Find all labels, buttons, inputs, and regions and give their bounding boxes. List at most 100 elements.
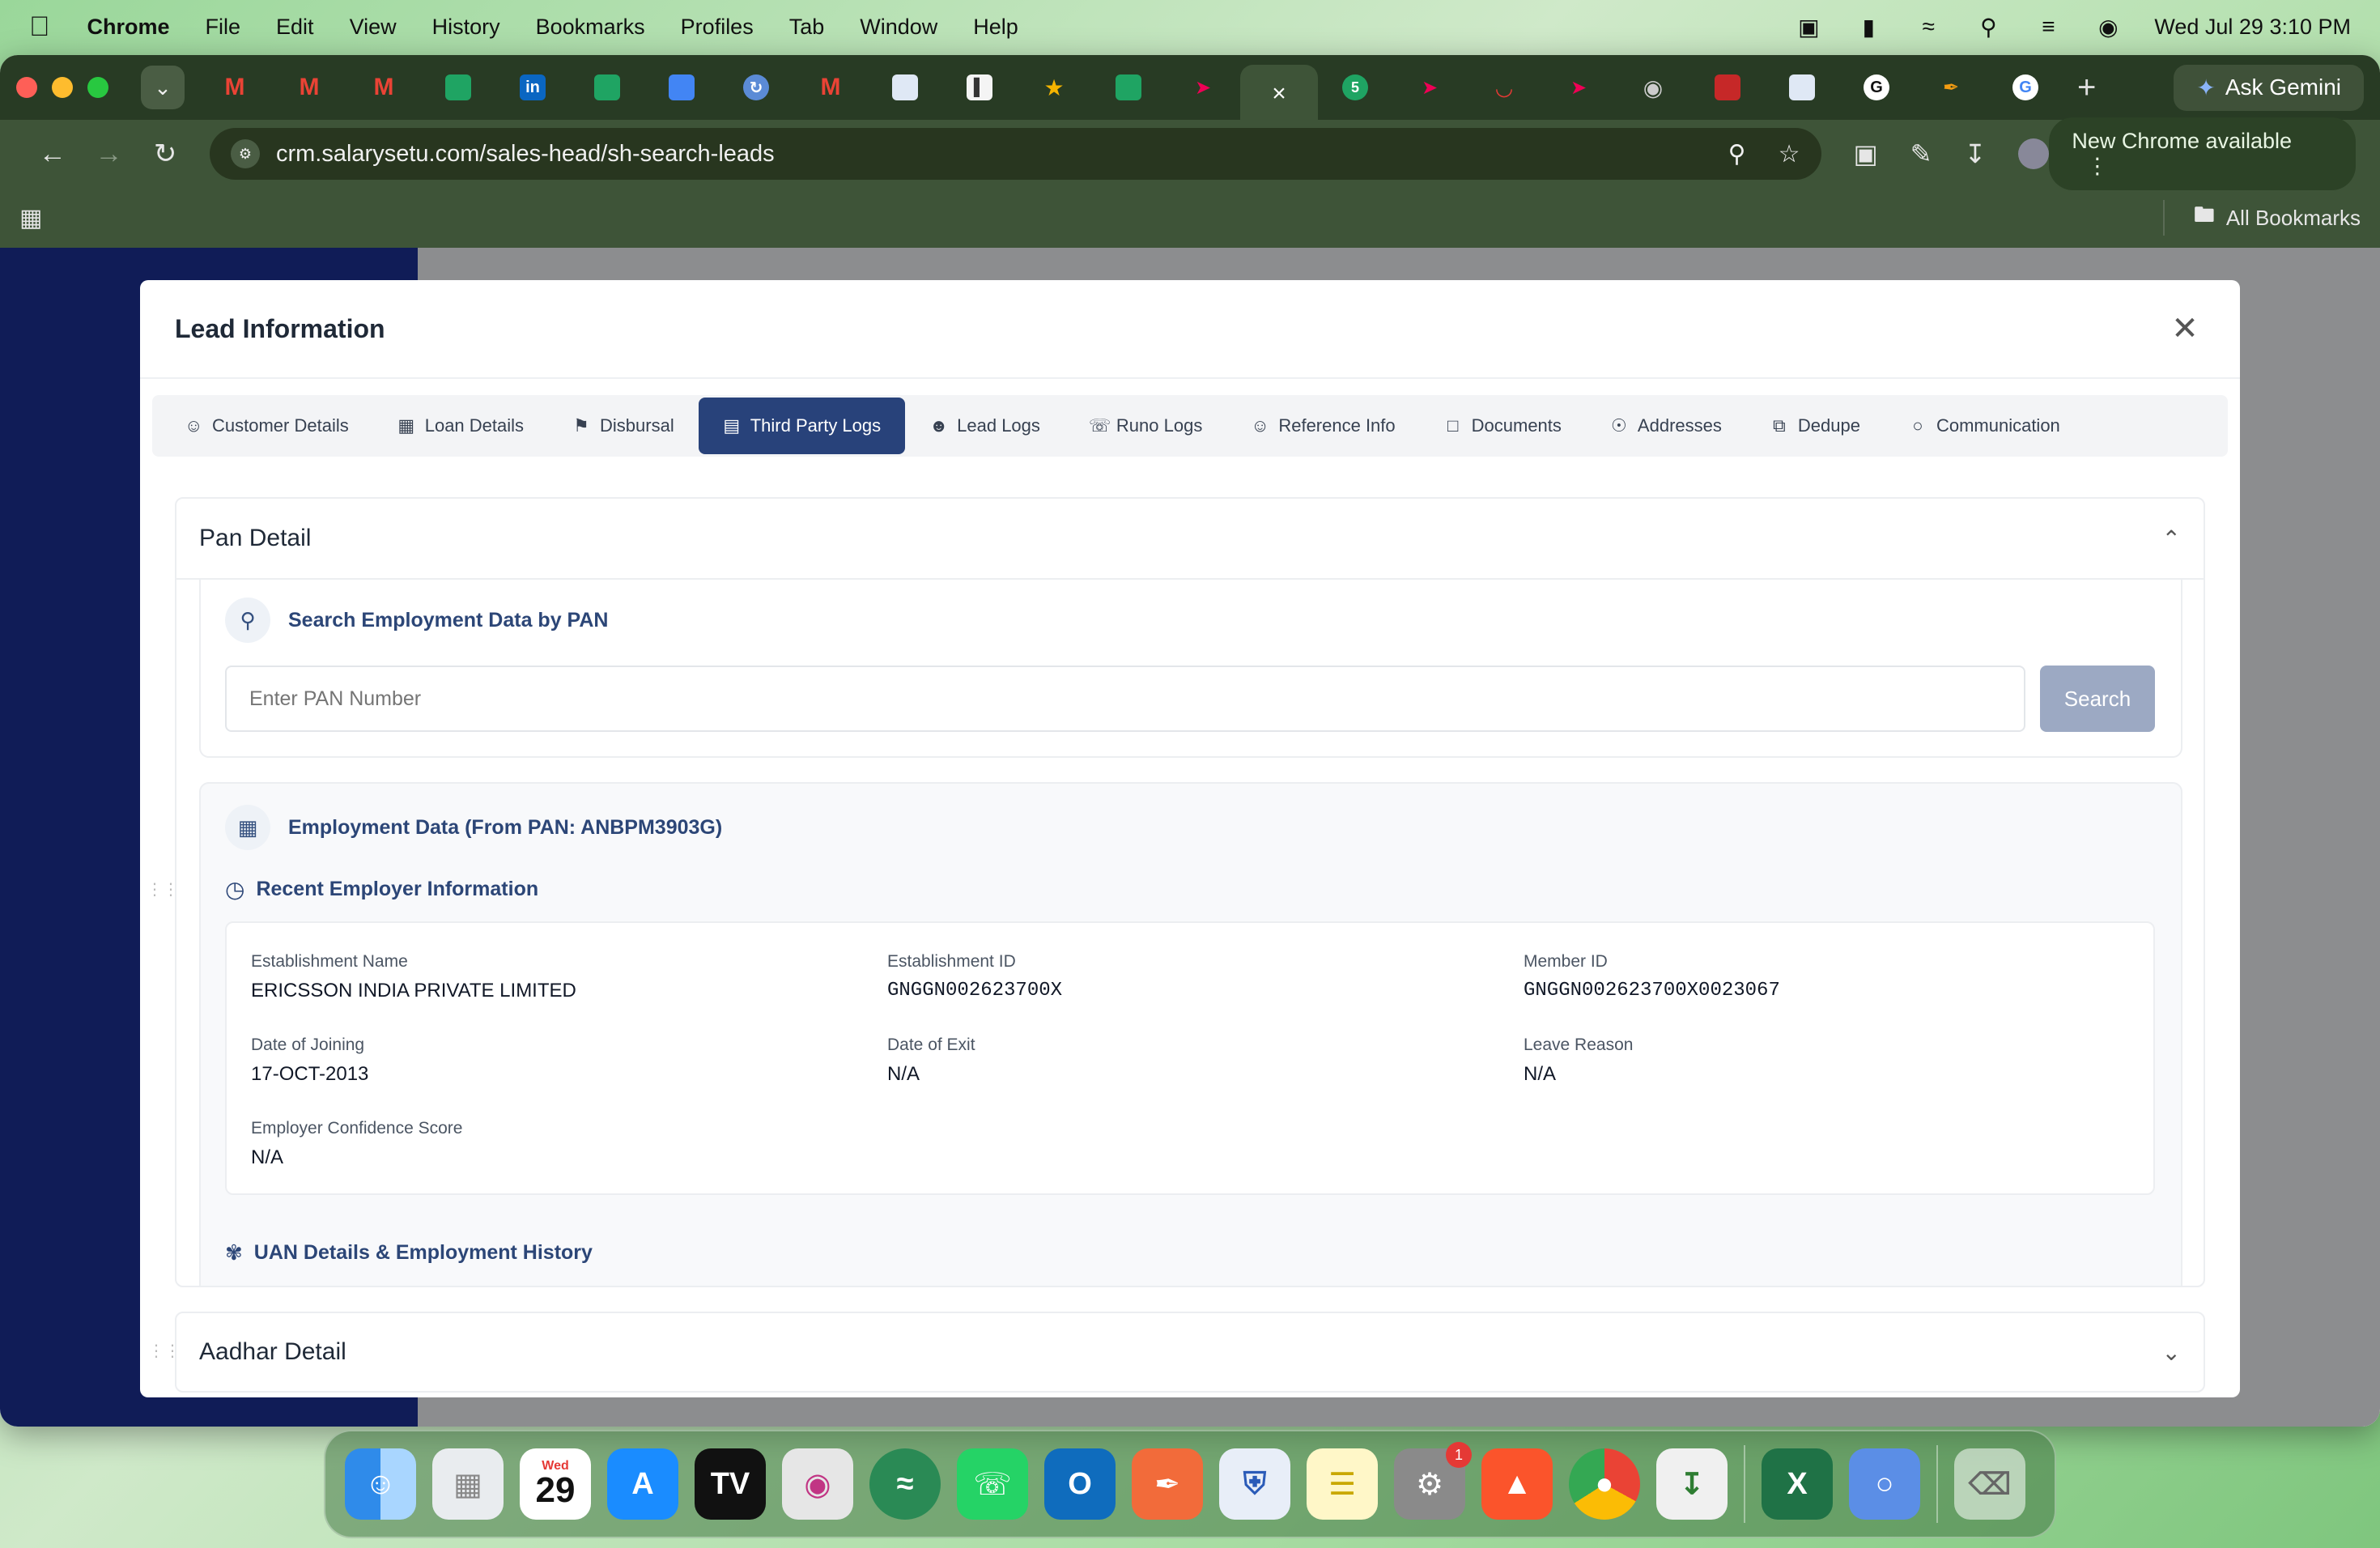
- siri-icon[interactable]: ◉: [2094, 15, 2122, 40]
- forward-arrow-icon[interactable]: →: [81, 138, 138, 170]
- tab-lead-logs[interactable]: ☻ Lead Logs: [905, 398, 1065, 454]
- browser-tab[interactable]: [868, 64, 942, 111]
- browser-tab[interactable]: ↻: [719, 64, 793, 111]
- browser-tab[interactable]: in: [495, 64, 570, 111]
- trash-icon[interactable]: ⌫: [1954, 1448, 2025, 1520]
- extension-icon[interactable]: ▣: [1854, 138, 1878, 169]
- drag-handle-icon[interactable]: ⋮⋮: [148, 1341, 181, 1361]
- zoom-window-button[interactable]: [87, 77, 108, 98]
- launchpad-icon[interactable]: ▦: [432, 1448, 504, 1520]
- download-icon[interactable]: ↧: [1965, 138, 1987, 169]
- browser-tab-active[interactable]: ×: [1240, 65, 1318, 123]
- ask-gemini-button[interactable]: ✦ Ask Gemini: [2174, 64, 2364, 111]
- outlook-icon[interactable]: O: [1044, 1448, 1116, 1520]
- close-window-button[interactable]: [16, 77, 37, 98]
- browser-tab[interactable]: [1765, 64, 1839, 111]
- tab-communication[interactable]: ○ Communication: [1885, 398, 2085, 454]
- security-shield-icon[interactable]: ⛨: [1219, 1448, 1290, 1520]
- excel-icon[interactable]: X: [1762, 1448, 1833, 1520]
- menu-window[interactable]: Window: [860, 15, 937, 40]
- browser-tab[interactable]: [1690, 64, 1765, 111]
- apple-icon[interactable]: : [29, 11, 50, 43]
- pen-app-icon[interactable]: ✒: [1132, 1448, 1203, 1520]
- url-text[interactable]: crm.salarysetu.com/sales-head/sh-search-…: [276, 141, 775, 168]
- menu-profiles[interactable]: Profiles: [681, 15, 754, 40]
- close-tab-icon[interactable]: ×: [1266, 80, 1292, 107]
- close-icon[interactable]: ✕: [2165, 310, 2205, 347]
- tab-disbursal[interactable]: ⚑ Disbursal: [548, 398, 699, 454]
- browser-tab[interactable]: [570, 64, 644, 111]
- installer-icon[interactable]: ↧: [1656, 1448, 1728, 1520]
- app-store-icon[interactable]: A: [607, 1448, 678, 1520]
- menu-app-name[interactable]: Chrome: [87, 15, 170, 40]
- control-center-icon[interactable]: ≡: [2034, 14, 2062, 39]
- browser-tab[interactable]: ◡: [1467, 64, 1541, 111]
- browser-tab[interactable]: 5: [1318, 64, 1392, 111]
- browser-tab[interactable]: ➤: [1541, 64, 1616, 111]
- spotlight-search-icon[interactable]: ⚲: [1974, 15, 2002, 40]
- disk-utility-icon[interactable]: ○: [1849, 1448, 1920, 1520]
- tab-dedupe[interactable]: ⧉ Dedupe: [1746, 398, 1885, 454]
- battery-icon[interactable]: ▮: [1855, 15, 1882, 40]
- menu-bookmarks[interactable]: Bookmarks: [536, 15, 645, 40]
- vpn-icon[interactable]: ▣: [1795, 15, 1822, 40]
- browser-tab[interactable]: M: [198, 64, 272, 111]
- site-info-icon[interactable]: ⚙: [230, 139, 260, 168]
- menu-file[interactable]: File: [206, 15, 241, 40]
- tab-search-chevron-icon[interactable]: ⌄: [141, 66, 185, 109]
- new-tab-plus-icon[interactable]: +: [2077, 70, 2096, 106]
- chevron-up-icon[interactable]: ⌃: [2162, 525, 2181, 552]
- browser-tab[interactable]: M: [272, 64, 346, 111]
- aadhar-detail-panel[interactable]: ⋮⋮ Aadhar Detail ⌄: [148, 1312, 2205, 1393]
- tab-reference-info[interactable]: ☺ Reference Info: [1226, 398, 1419, 454]
- whatsapp-icon[interactable]: ☏: [957, 1448, 1028, 1520]
- finder-icon[interactable]: ☺: [345, 1448, 416, 1520]
- apps-grid-icon[interactable]: ▦: [19, 204, 42, 232]
- browser-tab[interactable]: M: [346, 64, 421, 111]
- browser-tab[interactable]: G: [1988, 64, 2063, 111]
- tab-customer-details[interactable]: ☺ Customer Details: [160, 398, 373, 454]
- pan-number-input[interactable]: [225, 666, 2025, 732]
- menu-view[interactable]: View: [350, 15, 397, 40]
- tab-third-party-logs[interactable]: ▤ Third Party Logs: [698, 398, 906, 454]
- browser-tab[interactable]: G: [1839, 64, 1914, 111]
- tab-addresses[interactable]: ☉ Addresses: [1586, 398, 1746, 454]
- new-chrome-available-button[interactable]: New Chrome available ⋮: [2049, 117, 2356, 190]
- pan-detail-header[interactable]: Pan Detail ⌃: [176, 499, 2204, 580]
- browser-tab[interactable]: ➤: [1392, 64, 1467, 111]
- tab-documents[interactable]: □ Documents: [1420, 398, 1586, 454]
- calendar-icon[interactable]: Wed 29: [520, 1448, 591, 1520]
- puzzle-extensions-icon[interactable]: ✎: [1910, 138, 1932, 169]
- tradingview-icon[interactable]: TV: [695, 1448, 766, 1520]
- menubar-clock[interactable]: Wed Jul 29 3:10 PM: [2154, 15, 2351, 40]
- chevron-down-icon[interactable]: ⌄: [2162, 1339, 2181, 1366]
- wifi-icon[interactable]: ≈: [1915, 14, 1942, 39]
- menu-edit[interactable]: Edit: [276, 15, 314, 40]
- reload-icon[interactable]: ↻: [137, 138, 193, 170]
- search-button[interactable]: Search: [2040, 666, 2155, 732]
- browser-tab[interactable]: ✒: [1914, 64, 1988, 111]
- browser-tab[interactable]: ★: [1017, 64, 1091, 111]
- browser-tab[interactable]: M: [793, 64, 868, 111]
- bookmark-star-icon[interactable]: ☆: [1779, 140, 1800, 168]
- menu-help[interactable]: Help: [973, 15, 1018, 40]
- menu-history[interactable]: History: [432, 15, 500, 40]
- notes-icon[interactable]: ☰: [1307, 1448, 1378, 1520]
- chrome-icon[interactable]: ●: [1569, 1448, 1640, 1520]
- browser-tab[interactable]: [421, 64, 495, 111]
- browser-tab[interactable]: [644, 64, 719, 111]
- system-settings-icon[interactable]: ⚙ 1: [1394, 1442, 1472, 1520]
- instagram-icon[interactable]: ◉: [782, 1448, 853, 1520]
- back-arrow-icon[interactable]: ←: [24, 138, 81, 170]
- all-bookmarks-button[interactable]: 🖿 All Bookmarks: [2162, 200, 2361, 236]
- zoom-magnifier-icon[interactable]: ⚲: [1728, 140, 1746, 168]
- tab-loan-details[interactable]: ▦ Loan Details: [373, 398, 548, 454]
- menu-tab[interactable]: Tab: [789, 15, 825, 40]
- tab-runo-logs[interactable]: ☏ Runo Logs: [1065, 398, 1226, 454]
- brave-icon[interactable]: ▲: [1481, 1448, 1553, 1520]
- browser-tab[interactable]: ➤: [1166, 64, 1240, 111]
- drag-handle-icon[interactable]: ⋮⋮: [147, 879, 179, 899]
- address-bar[interactable]: ⚙ crm.salarysetu.com/sales-head/sh-searc…: [209, 128, 1821, 180]
- browser-tab[interactable]: [1091, 64, 1166, 111]
- profile-avatar[interactable]: [2018, 138, 2050, 169]
